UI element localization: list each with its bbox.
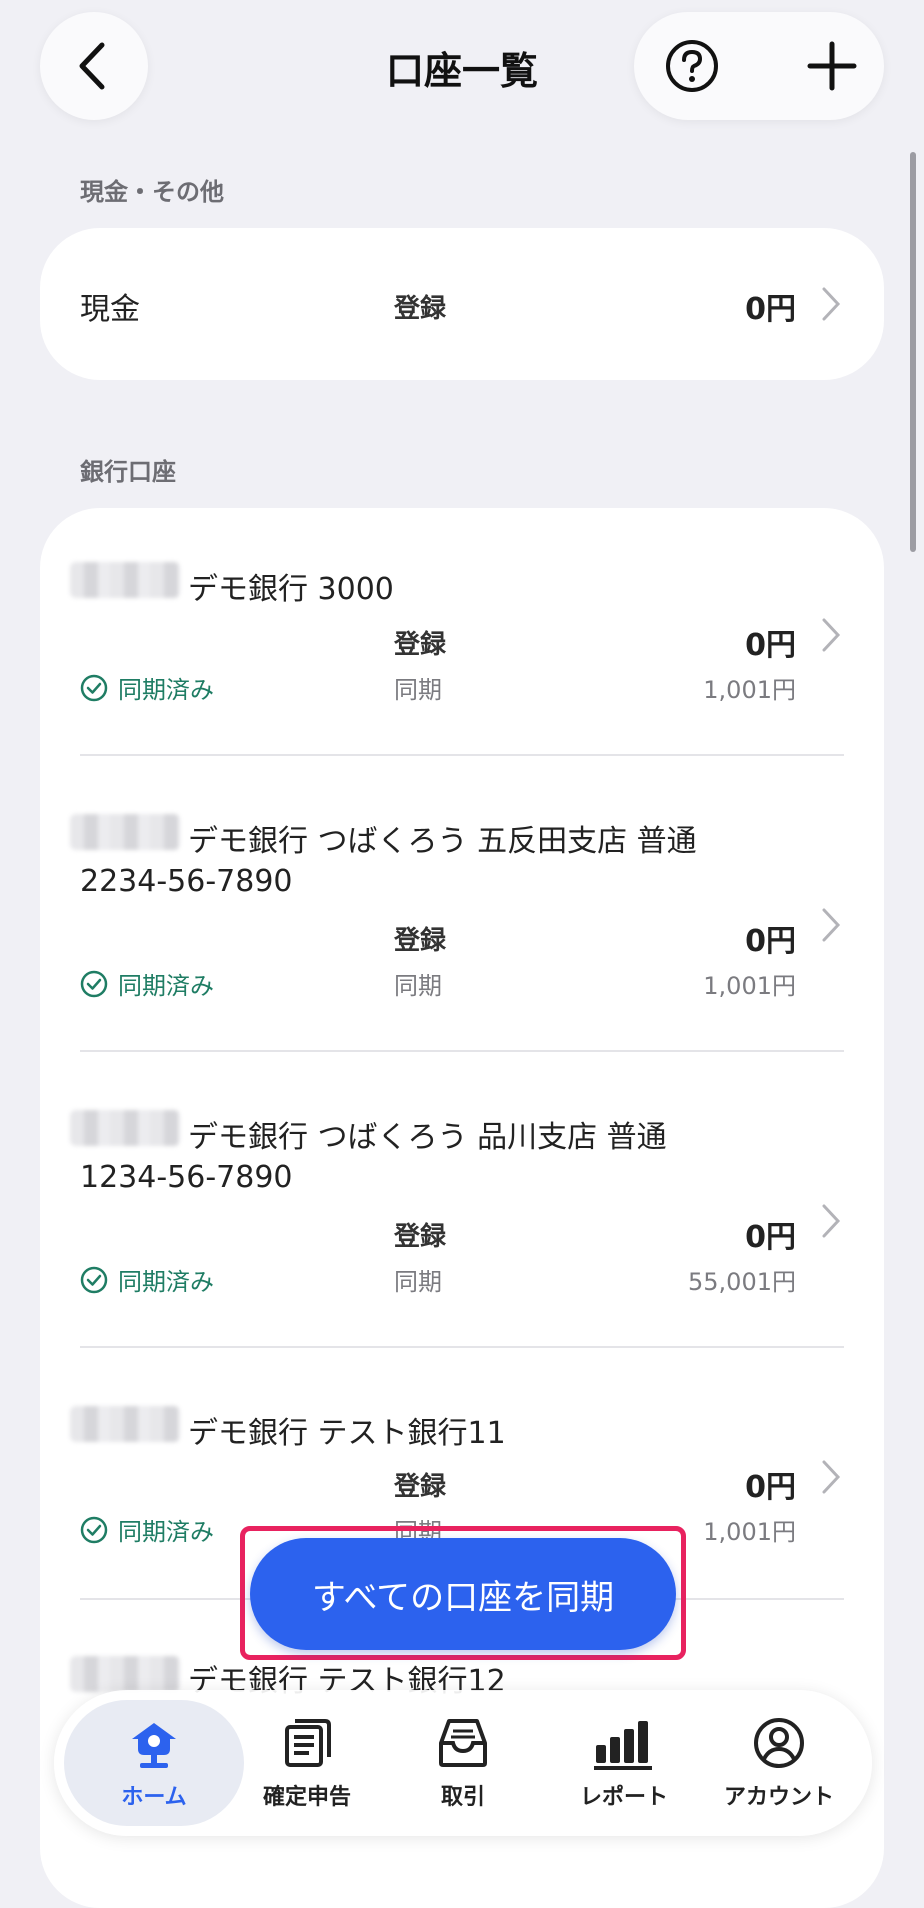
tab-account[interactable]: アカウント	[694, 1690, 864, 1836]
account-number: 1234-56-7890	[80, 1160, 293, 1195]
sync-status: 同期済み	[80, 1512, 214, 1547]
check-circle-icon	[80, 674, 108, 701]
tax-return-icon	[285, 1719, 331, 1767]
section-label-cash: 現金・その他	[80, 178, 224, 206]
tab-label: ホーム	[121, 1785, 187, 1810]
synced-amount: 1,001円	[703, 1518, 796, 1546]
bank-account-row[interactable]: デモ銀行 つばくろう 品川支店 普通 1234-56-7890 登録 0円 同期…	[40, 1052, 884, 1348]
bank-logo	[70, 1110, 180, 1146]
bank-account-row[interactable]: デモ銀行 3000 登録 0円 同期済み 同期 1,001円	[40, 508, 884, 754]
sync-status-label: 同期済み	[118, 1518, 214, 1546]
account-number: 2234-56-7890	[80, 864, 293, 899]
check-circle-icon	[80, 1266, 108, 1293]
registered-amount: 0円	[745, 1470, 796, 1505]
bank-logo	[70, 1656, 180, 1692]
chevron-right-icon	[822, 1204, 841, 1238]
cash-row[interactable]: 現金 登録 0円	[40, 228, 884, 380]
registered-amount: 0円	[745, 924, 796, 959]
tab-tax-return[interactable]: 確定申告	[232, 1690, 382, 1836]
sync-status: 同期済み	[80, 966, 214, 1001]
report-icon	[594, 1721, 652, 1770]
account-name: デモ銀行 つばくろう 五反田支店 普通	[188, 824, 697, 859]
chevron-right-icon	[822, 618, 841, 652]
account-name: デモ銀行 つばくろう 品川支店 普通	[188, 1120, 667, 1155]
registered-label: 登録	[394, 1472, 447, 1502]
bank-logo	[70, 814, 180, 850]
add-icon[interactable]	[804, 38, 860, 94]
account-icon	[754, 1718, 804, 1768]
home-icon	[132, 1723, 176, 1768]
synced-label: 同期	[394, 676, 442, 704]
chevron-right-icon	[822, 1460, 841, 1494]
check-circle-icon	[80, 970, 108, 997]
sync-status-label: 同期済み	[118, 972, 214, 1000]
header-actions	[634, 12, 884, 120]
cash-status: 登録	[394, 294, 447, 324]
sync-status-label: 同期済み	[118, 1268, 214, 1296]
synced-amount: 55,001円	[688, 1268, 796, 1296]
synced-label: 同期	[394, 1268, 442, 1296]
sync-status: 同期済み	[80, 1262, 214, 1297]
tab-home[interactable]: ホーム	[64, 1690, 244, 1836]
synced-amount: 1,001円	[703, 676, 796, 704]
registered-label: 登録	[394, 926, 447, 956]
tab-label: レポート	[579, 1785, 668, 1810]
section-label-bank: 銀行口座	[80, 458, 176, 486]
sync-status: 同期済み	[80, 670, 214, 705]
synced-amount: 1,001円	[703, 972, 796, 1000]
account-name: デモ銀行 テスト銀行11	[188, 1416, 506, 1451]
sync-all-button[interactable]: すべての口座を同期	[250, 1538, 676, 1650]
registered-amount: 0円	[745, 1220, 796, 1255]
chevron-right-icon	[822, 287, 841, 321]
bank-account-row[interactable]: デモ銀行 つばくろう 五反田支店 普通 2234-56-7890 登録 0円 同…	[40, 756, 884, 1052]
cash-name: 現金	[80, 292, 140, 327]
tab-label: アカウント	[723, 1785, 834, 1810]
registered-label: 登録	[394, 1222, 447, 1252]
tab-transactions[interactable]: 取引	[388, 1690, 538, 1836]
tab-bar: ホーム 確定申告 取引 レポート アカウント	[54, 1690, 872, 1836]
registered-label: 登録	[394, 630, 447, 660]
help-icon[interactable]	[664, 38, 720, 94]
tab-label: 取引	[440, 1785, 485, 1810]
cash-amount: 0円	[745, 292, 796, 327]
scrollbar[interactable]	[910, 152, 916, 552]
account-name: デモ銀行 3000	[188, 572, 394, 607]
sync-status-label: 同期済み	[118, 676, 214, 704]
chevron-right-icon	[822, 908, 841, 942]
bank-logo	[70, 1406, 180, 1442]
synced-label: 同期	[394, 972, 442, 1000]
registered-amount: 0円	[745, 628, 796, 663]
check-circle-icon	[80, 1516, 108, 1543]
tab-label: 確定申告	[262, 1785, 351, 1810]
tab-report[interactable]: レポート	[544, 1690, 704, 1836]
transactions-icon	[439, 1719, 487, 1767]
bank-logo	[70, 562, 180, 598]
